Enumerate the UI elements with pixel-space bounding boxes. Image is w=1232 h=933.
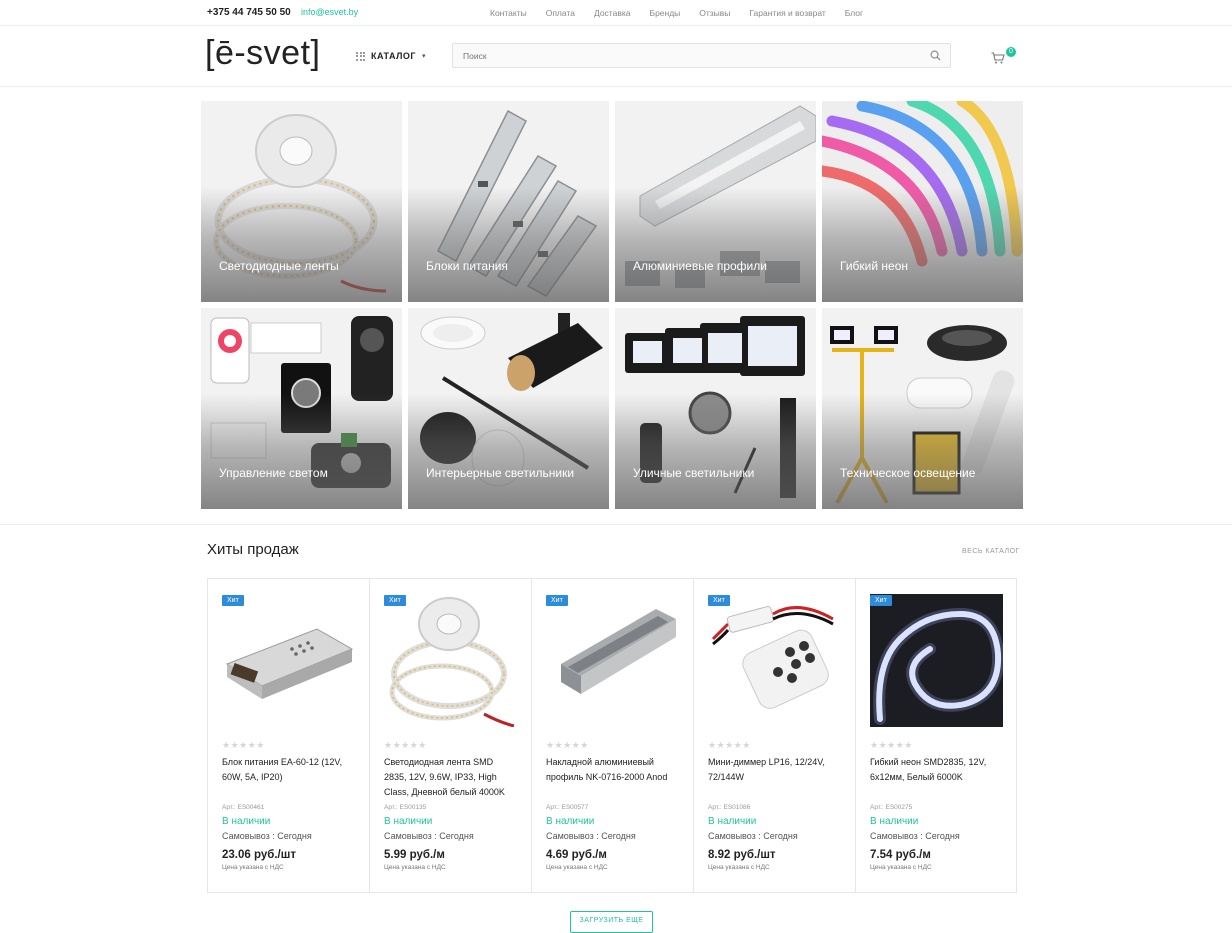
vat-note: Цена указана с НДС [708,864,770,871]
nav-contacts[interactable]: Контакты [490,8,527,18]
product-image-led-strip[interactable] [384,594,517,727]
vat-note: Цена указана с НДС [222,864,284,871]
product-price: 7.54 руб./м [870,849,931,861]
nav-blog[interactable]: Блог [845,8,863,18]
bestsellers-list: Хит ★★★★★ Блок питания EA-60-12 (12V, 60… [207,578,1017,893]
grid-icon [356,51,365,61]
category-label: Техническое освещение [840,466,976,480]
top-bar: +375 44 745 50 50 info@esvet.by Контакты… [0,0,1232,26]
vat-note: Цена указана с НДС [546,864,608,871]
category-tile-led-strips[interactable]: Светодиодные ленты [201,101,402,302]
article-number: Арт.: ES00577 [546,804,589,811]
rating-stars: ★★★★★ [546,740,589,750]
nav-brands[interactable]: Бренды [649,8,680,18]
category-grid: Светодиодные ленты Блоки питания Алюмини… [201,101,1023,509]
bestsellers-title: Хиты продаж [207,541,299,558]
category-label: Гибкий неон [840,259,908,273]
hit-badge: Хит [384,595,406,606]
phone-number[interactable]: +375 44 745 50 50 [207,7,291,18]
product-name[interactable]: Светодиодная лента SMD 2835, 12V, 9.6W, … [384,755,518,800]
product-price: 5.99 руб./м [384,849,445,861]
category-tile-flexible-neon[interactable]: Гибкий неон [822,101,1023,302]
pickup-info: Самовывоз : Сегодня [546,831,636,841]
pickup-info: Самовывоз : Сегодня [384,831,474,841]
search-input[interactable] [453,44,950,67]
product-name[interactable]: Блок питания EA-60-12 (12V, 60W, 5A, IP2… [222,755,356,785]
stock-status: В наличии [870,816,919,827]
category-tile-aluminum-profiles[interactable]: Алюминиевые профили [615,101,816,302]
top-nav: Контакты Оплата Доставка Бренды Отзывы Г… [490,8,882,18]
category-label: Управление светом [219,466,328,480]
category-label: Уличные светильники [633,466,755,480]
product-image-mini-dimmer[interactable] [708,594,841,727]
load-more-button[interactable]: ЗАГРУЗИТЬ ЕЩЕ [570,911,653,933]
product-image-aluminum-profile[interactable] [546,594,679,727]
cart-button[interactable]: 0 [991,47,1019,64]
article-number: Арт.: ES01086 [708,804,751,811]
hit-badge: Хит [546,595,568,606]
catalog-button[interactable]: КАТАЛОГ ▾ [356,51,426,61]
pickup-info: Самовывоз : Сегодня [870,831,960,841]
product-price: 4.69 руб./м [546,849,607,861]
section-divider [0,524,1232,525]
search-icon[interactable] [930,50,941,61]
category-label: Светодиодные ленты [219,259,339,273]
product-price: 8.92 руб./шт [708,849,776,861]
product-price: 23.06 руб./шт [222,849,296,861]
rating-stars: ★★★★★ [708,740,751,750]
cart-count-badge: 0 [1006,47,1016,57]
product-name[interactable]: Гибкий неон SMD2835, 12V, 6x12мм, Белый … [870,755,1004,785]
category-tile-outdoor-lamps[interactable]: Уличные светильники [615,308,816,509]
product-image-flexible-neon[interactable] [870,594,1003,727]
catalog-label: КАТАЛОГ [371,51,417,61]
nav-reviews[interactable]: Отзывы [699,8,730,18]
category-tile-interior-lamps[interactable]: Интерьерные светильники [408,308,609,509]
search-box [452,43,951,68]
logo[interactable]: [ē-svet] [205,34,320,73]
category-label: Блоки питания [426,259,508,273]
product-card[interactable]: Хит ★★★★★ Гибкий неон SMD2835, 12V, 6x12… [856,579,1018,892]
product-card[interactable]: Хит ★★★★★ Мини-диммер LP16, 12/24V, 72/1… [694,579,856,892]
all-catalog-link[interactable]: ВЕСЬ КАТАЛОГ [962,548,1020,555]
product-name[interactable]: Мини-диммер LP16, 12/24V, 72/144W [708,755,842,785]
pickup-info: Самовывоз : Сегодня [708,831,798,841]
nav-warranty[interactable]: Гарантия и возврат [749,8,825,18]
stock-status: В наличии [222,816,271,827]
nav-payment[interactable]: Оплата [546,8,575,18]
category-label: Алюминиевые профили [633,259,767,273]
category-label: Интерьерные светильники [426,466,575,480]
product-card[interactable]: Хит ★★★★★ Накладной алюминиевый профиль … [532,579,694,892]
category-tile-light-control[interactable]: Управление светом [201,308,402,509]
category-tile-technical-lighting[interactable]: Техническое освещение [822,308,1023,509]
product-name[interactable]: Накладной алюминиевый профиль NK-0716-20… [546,755,680,785]
vat-note: Цена указана с НДС [384,864,446,871]
email-link[interactable]: info@esvet.by [301,7,358,17]
rating-stars: ★★★★★ [384,740,427,750]
product-image-power-supply[interactable] [222,594,355,727]
hit-badge: Хит [708,595,730,606]
hit-badge: Хит [222,595,244,606]
article-number: Арт.: ES00461 [222,804,265,811]
header: [ē-svet] КАТАЛОГ ▾ 0 [0,26,1232,87]
stock-status: В наличии [384,816,433,827]
stock-status: В наличии [546,816,595,827]
article-number: Арт.: ES00275 [870,804,913,811]
product-card[interactable]: Хит ★★★★★ Блок питания EA-60-12 (12V, 60… [208,579,370,892]
rating-stars: ★★★★★ [222,740,265,750]
vat-note: Цена указана с НДС [870,864,932,871]
pickup-info: Самовывоз : Сегодня [222,831,312,841]
hit-badge: Хит [870,595,892,606]
category-tile-power-supplies[interactable]: Блоки питания [408,101,609,302]
article-number: Арт.: ES00135 [384,804,427,811]
stock-status: В наличии [708,816,757,827]
chevron-down-icon: ▾ [422,53,426,60]
cart-icon [991,52,1005,64]
rating-stars: ★★★★★ [870,740,913,750]
nav-delivery[interactable]: Доставка [594,8,631,18]
product-card[interactable]: Хит ★★★★★ Светодиодная лента SMD 2835, 1… [370,579,532,892]
